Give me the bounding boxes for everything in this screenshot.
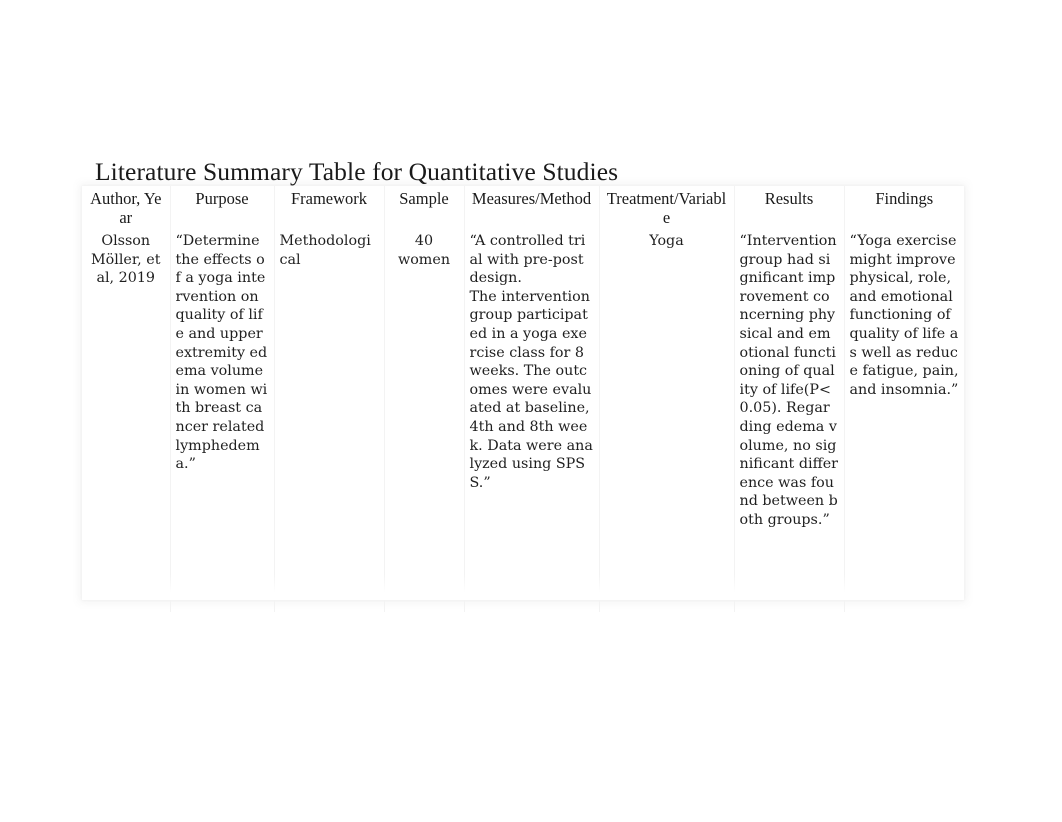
- column-header-author-year: Author, Year: [82, 186, 171, 229]
- cell-purpose: “Determine the effects of a yoga interve…: [169, 229, 275, 612]
- cell-findings: “Yoga exercise might improve physical, r…: [843, 229, 964, 612]
- cell-framework: Methodological: [273, 229, 385, 612]
- column-header-results: Results: [733, 186, 845, 229]
- table-header-row: Author, Year Purpose Framework Sample Me…: [82, 186, 964, 229]
- cell-treatment-variable: Yoga: [598, 229, 735, 612]
- cell-sample: 40 women: [383, 229, 465, 612]
- page-title: Literature Summary Table for Quantitativ…: [95, 157, 619, 186]
- column-header-purpose: Purpose: [169, 186, 275, 229]
- table-row: Olsson Möller, et al, 2019 “Determine th…: [82, 229, 964, 612]
- cell-author-year: Olsson Möller, et al, 2019: [82, 229, 171, 612]
- cell-measures-method: “A controlled trial with pre-post design…: [463, 229, 600, 612]
- column-header-measures-method: Measures/Method: [463, 186, 600, 229]
- column-header-treatment-variable: Treatment/Variable: [598, 186, 735, 229]
- literature-summary-table: Author, Year Purpose Framework Sample Me…: [82, 186, 964, 612]
- literature-summary-table-container: Author, Year Purpose Framework Sample Me…: [82, 186, 964, 612]
- column-header-framework: Framework: [273, 186, 385, 229]
- column-header-findings: Findings: [843, 186, 964, 229]
- cell-results: “Intervention group had significant impr…: [733, 229, 845, 612]
- document-page: Literature Summary Table for Quantitativ…: [0, 0, 1062, 822]
- column-header-sample: Sample: [383, 186, 465, 229]
